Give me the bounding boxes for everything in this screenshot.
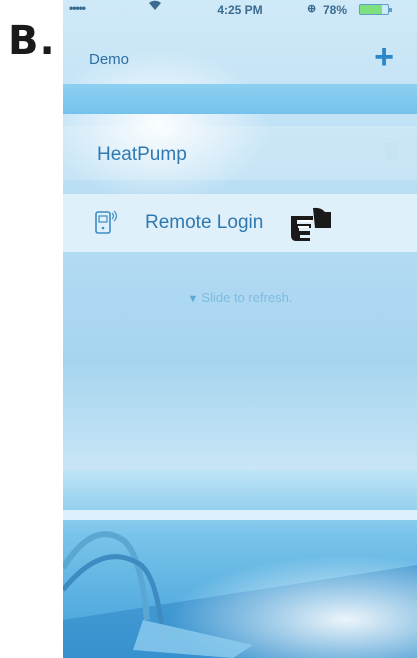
battery-icon <box>359 4 392 15</box>
phone-screen: ••••• 4:25 PM ⊕ 78% Demo + HeatPump Remo… <box>63 0 417 658</box>
header-band <box>63 84 417 114</box>
down-arrow-icon: ▼ <box>187 293 199 305</box>
phone-remote-icon <box>95 210 118 234</box>
alarm-icon: ⊕ <box>307 3 317 15</box>
remote-login-row[interactable]: Remote Login <box>63 194 417 252</box>
status-bar: ••••• 4:25 PM ⊕ 78% <box>63 0 417 20</box>
device-row-heatpump[interactable]: HeatPump <box>63 126 417 180</box>
device-label: HeatPump <box>97 144 187 165</box>
remote-login-label: Remote Login <box>145 212 264 233</box>
pointing-hand-icon <box>291 207 331 241</box>
nav-bar: Demo + <box>63 20 417 84</box>
battery-percent: 78% <box>323 3 348 17</box>
nav-title[interactable]: Demo <box>89 51 129 68</box>
refresh-hint-text: Slide to refresh. <box>201 290 293 305</box>
figure-label: B. <box>8 18 56 64</box>
add-button[interactable]: + <box>369 40 399 74</box>
trash-icon[interactable] <box>383 143 399 160</box>
plus-icon: + <box>374 38 394 76</box>
pool-background-image <box>63 470 417 658</box>
refresh-hint: ▼ Slide to refresh. <box>63 290 417 305</box>
